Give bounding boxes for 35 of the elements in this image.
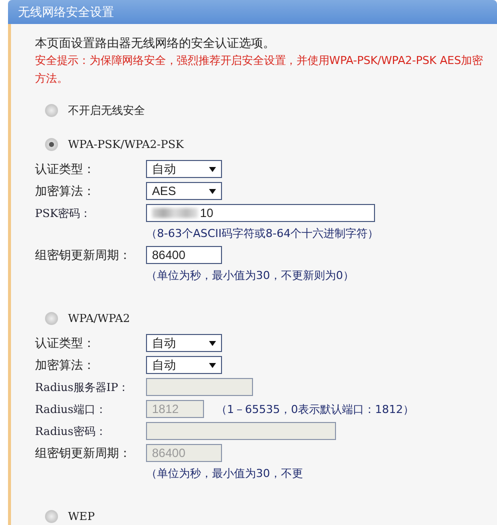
input-field[interactable]: 10 [146, 204, 375, 222]
field-label: 加密算法： [35, 356, 96, 374]
option-label: WEP [68, 510, 95, 522]
option-label: 不开启无线安全 [68, 102, 145, 118]
hint-text: （单位为秒，最小值为30，不更 [146, 467, 303, 480]
field-label: PSK密码： [35, 206, 92, 220]
radio-button[interactable] [45, 104, 58, 116]
dropdown[interactable]: 自动 [146, 160, 222, 178]
option-label: WPA/WPA2 [68, 312, 130, 324]
dropdown[interactable]: AES [146, 182, 222, 200]
field-label: Radius服务器IP： [35, 380, 130, 394]
field-label: 组密钥更新周期： [35, 444, 132, 462]
caret-icon [209, 340, 216, 346]
radio-button[interactable] [45, 138, 58, 150]
input-field[interactable]: 86400 [146, 246, 222, 264]
intro-text: 本页面设置路由器无线网络的安全认证选项。 [35, 35, 276, 52]
radio-button[interactable] [45, 312, 58, 324]
hint-text: （单位为秒，最小值为30，不更新则为0） [146, 269, 354, 282]
caret-icon [209, 362, 216, 368]
field-label: 组密钥更新周期： [35, 246, 132, 264]
dropdown[interactable]: 自动 [146, 334, 222, 352]
field-label: 认证类型： [35, 334, 96, 352]
radio-button[interactable] [45, 510, 58, 522]
hint-text: （1－65535，0表示默认端口：1812） [216, 402, 414, 416]
field-label: Radius端口： [35, 402, 108, 416]
caret-icon [209, 188, 216, 194]
caret-icon [209, 166, 216, 172]
panel-title: 无线网络安全设置 [8, 0, 497, 24]
field-label: 认证类型： [35, 160, 96, 178]
field-label: 加密算法： [35, 182, 96, 200]
option-label: WPA-PSK/WPA2-PSK [68, 138, 184, 150]
security-warning: 安全提示：为保障网络安全，强烈推荐开启安全设置，并使用WPA-PSK/WPA2-PSK AES加密方法。 [35, 53, 484, 87]
field-label: Radius密码： [35, 424, 108, 438]
hint-text: （8-63个ASCII码字符或8-64个十六进制字符） [146, 227, 379, 240]
dropdown[interactable]: 自动 [146, 356, 222, 374]
